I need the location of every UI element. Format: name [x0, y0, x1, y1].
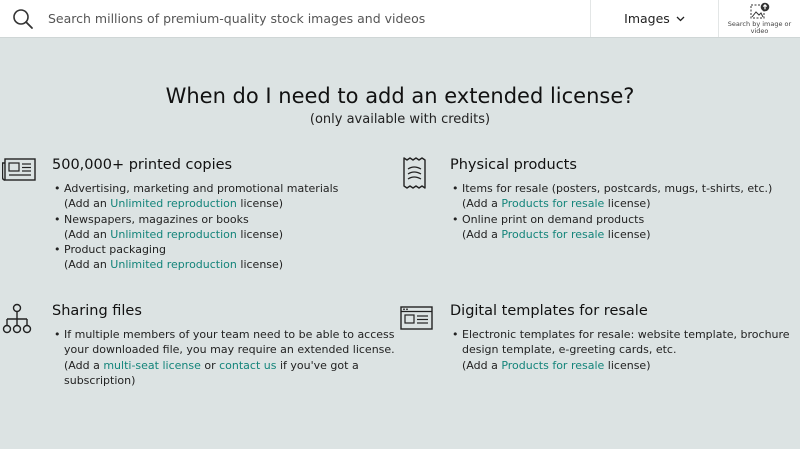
section-title: Sharing files [52, 303, 142, 319]
unlimited-reproduction-link[interactable]: Unlimited reproduction [110, 197, 237, 210]
chevron-down-icon [676, 16, 685, 21]
list-item: Newspapers, magazines or books (Add an U… [52, 212, 338, 243]
list-item: Electronic templates for resale: website… [450, 327, 790, 373]
visual-search-button[interactable]: Search by image or video [718, 0, 800, 37]
products-for-resale-link[interactable]: Products for resale [501, 359, 604, 372]
image-search-icon [750, 2, 769, 19]
section-title: 500,000+ printed copies [52, 157, 233, 173]
page-subtitle: (only available with credits) [309, 112, 491, 127]
products-for-resale-link[interactable]: Products for resale [501, 228, 604, 241]
media-type-label: Images [624, 11, 670, 26]
list-item: Online print on demand products (Add a P… [450, 212, 772, 243]
receipt-icon [403, 157, 426, 189]
hierarchy-icon [2, 303, 32, 334]
media-type-dropdown[interactable]: Images [590, 0, 718, 37]
list-item: Advertising, marketing and promotional m… [52, 181, 338, 212]
list-item: If multiple members of your team need to… [52, 327, 407, 388]
license-list: If multiple members of your team need to… [52, 327, 407, 388]
license-list: Items for resale (posters, postcards, mu… [450, 181, 772, 242]
list-item: Items for resale (posters, postcards, mu… [450, 181, 772, 212]
license-list: Electronic templates for resale: website… [450, 327, 790, 373]
section-title: Physical products [450, 157, 577, 173]
web-template-icon [400, 306, 433, 330]
newspaper-icon [2, 158, 36, 181]
search-bar: Images Search by image or video [0, 0, 800, 38]
license-list: Advertising, marketing and promotional m… [52, 181, 338, 273]
page-title: When do I need to add an extended licens… [165, 84, 635, 108]
list-item: Product packaging (Add an Unlimited repr… [52, 242, 338, 273]
multi-seat-license-link[interactable]: multi-seat license [103, 359, 201, 372]
unlimited-reproduction-link[interactable]: Unlimited reproduction [110, 228, 237, 241]
visual-search-label: Search by image or video [727, 20, 792, 35]
section-title: Digital templates for resale [450, 303, 648, 319]
contact-us-link[interactable]: contact us [219, 359, 276, 372]
products-for-resale-link[interactable]: Products for resale [501, 197, 604, 210]
search-icon[interactable] [0, 0, 46, 37]
unlimited-reproduction-link[interactable]: Unlimited reproduction [110, 258, 237, 271]
search-input[interactable] [46, 0, 590, 37]
